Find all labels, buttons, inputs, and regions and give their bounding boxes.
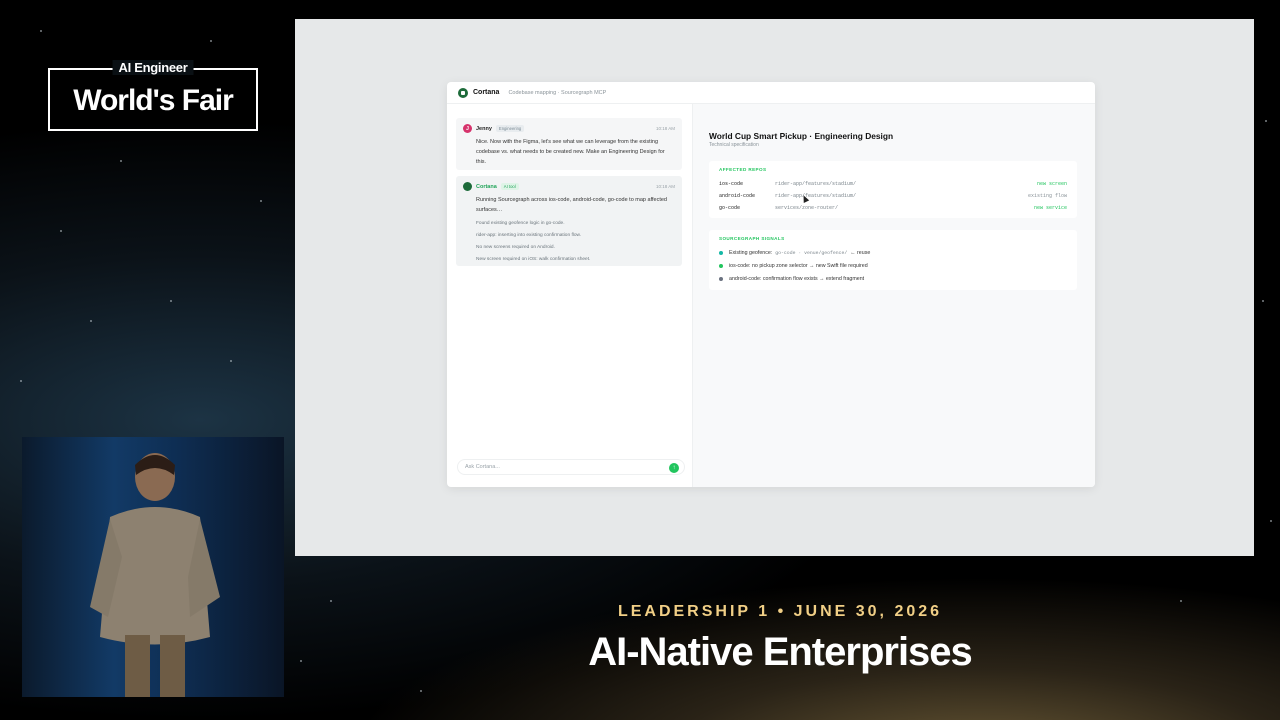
status-dot-icon — [719, 277, 723, 281]
design-doc-panel: World Cup Smart Pickup · Engineering Des… — [693, 104, 1095, 487]
cortana-logo-icon — [458, 87, 468, 98]
signal-row: android-code: confirmation flow exists →… — [719, 274, 1067, 284]
send-button[interactable]: ↑ — [669, 462, 679, 473]
app-subtitle: Codebase mapping · Sourcegraph MCP — [508, 89, 607, 96]
message-time: 10:18 AM — [655, 184, 675, 189]
repo-path: rider-app/features/stadium/ — [775, 193, 857, 199]
cortana-app-window: Cortana Codebase mapping · Sourcegraph M… — [447, 82, 1095, 487]
signal-row: Existing geofence: go-code · venue/geofe… — [719, 248, 1067, 258]
sourcegraph-signals-card: SOURCEGRAPH SIGNALS Existing geofence: g… — [709, 230, 1077, 290]
input-placeholder: Ask Cortana... — [465, 464, 500, 470]
affected-repos-card: AFFECTED REPOS ios-code rider-app/featur… — [709, 161, 1077, 218]
signal-text: android-code: confirmation flow exists →… — [729, 276, 865, 282]
arrow-up-icon: ↑ — [672, 464, 676, 471]
session-label: LEADERSHIP 1 • JUNE 30, 2026 — [617, 603, 943, 620]
tool-step: rider-app: inserting into existing confi… — [476, 233, 582, 238]
repo-path: rider-app/features/stadium/ — [775, 181, 857, 187]
repo-name: go-code — [719, 205, 741, 211]
cortana-avatar-icon — [463, 182, 472, 191]
ask-cortana-input[interactable]: Ask Cortana... ↑ — [457, 459, 685, 475]
app-titlebar: Cortana Codebase mapping · Sourcegraph M… — [447, 82, 1095, 104]
role-badge: Engineering — [495, 125, 525, 132]
signal-text: ios-code: no pickup zone selector → new … — [729, 263, 868, 269]
repo-status: existing flow — [1027, 193, 1067, 199]
talk-title: AI-Native Enterprises — [588, 630, 973, 674]
tool-step: Found existing geofence logic in go-code… — [476, 221, 565, 226]
app-name: Cortana — [473, 89, 500, 96]
message-text: Running Sourcegraph across ios-code, and… — [476, 197, 667, 213]
tool-step: No new screens required on Android. — [476, 245, 555, 250]
signal-text: Existing geofence: — [729, 250, 773, 256]
message-text: Nice. Now with the Figma, let's see what… — [476, 139, 665, 165]
signal-code: go-code · venue/geofence/ — [775, 250, 848, 256]
section-label: SOURCEGRAPH SIGNALS — [719, 236, 785, 241]
tool-steps: Found existing geofence logic in go-code… — [476, 218, 675, 266]
doc-subtitle: Technical specification — [709, 142, 759, 148]
signal-row: ios-code: no pickup zone selector → new … — [719, 261, 1067, 271]
event-logo: AI Engineer World's Fair — [48, 60, 258, 131]
speaker-video — [22, 437, 284, 697]
repo-row: ios-code rider-app/features/stadium/ new… — [719, 179, 1067, 189]
repo-row: go-code services/zone-router/ new servic… — [719, 203, 1067, 213]
signal-tail: ← reuse — [850, 250, 871, 256]
logo-main-text: World's Fair — [73, 84, 234, 117]
message-time: 10:18 AM — [655, 126, 675, 131]
repo-row: android-code rider-app/features/stadium/… — [719, 191, 1067, 201]
doc-title: World Cup Smart Pickup · Engineering Des… — [709, 131, 894, 141]
ai-tool-badge: AI tool — [500, 183, 519, 190]
user-message: J Jenny Engineering 10:18 AM Nice. Now w… — [456, 118, 682, 170]
assistant-message: Cortana AI tool 10:18 AM Running Sourceg… — [456, 176, 682, 266]
tool-step: New screen required on iOS: walk confirm… — [476, 257, 591, 262]
user-avatar: J — [463, 124, 472, 133]
repo-status: new service — [1033, 205, 1067, 211]
repo-name: ios-code — [719, 181, 744, 187]
speaker-figure — [90, 453, 220, 697]
repo-path: services/zone-router/ — [775, 205, 839, 211]
chat-panel: J Jenny Engineering 10:18 AM Nice. Now w… — [447, 104, 693, 487]
section-label: AFFECTED REPOS — [719, 167, 767, 172]
message-sender: Cortana — [476, 183, 497, 190]
message-sender: Jenny — [476, 125, 492, 132]
repo-status: new screen — [1036, 181, 1067, 187]
repo-name: android-code — [719, 193, 756, 199]
logo-top-text: AI Engineer — [112, 60, 194, 75]
status-dot-icon — [719, 251, 723, 255]
status-dot-icon — [719, 264, 723, 268]
